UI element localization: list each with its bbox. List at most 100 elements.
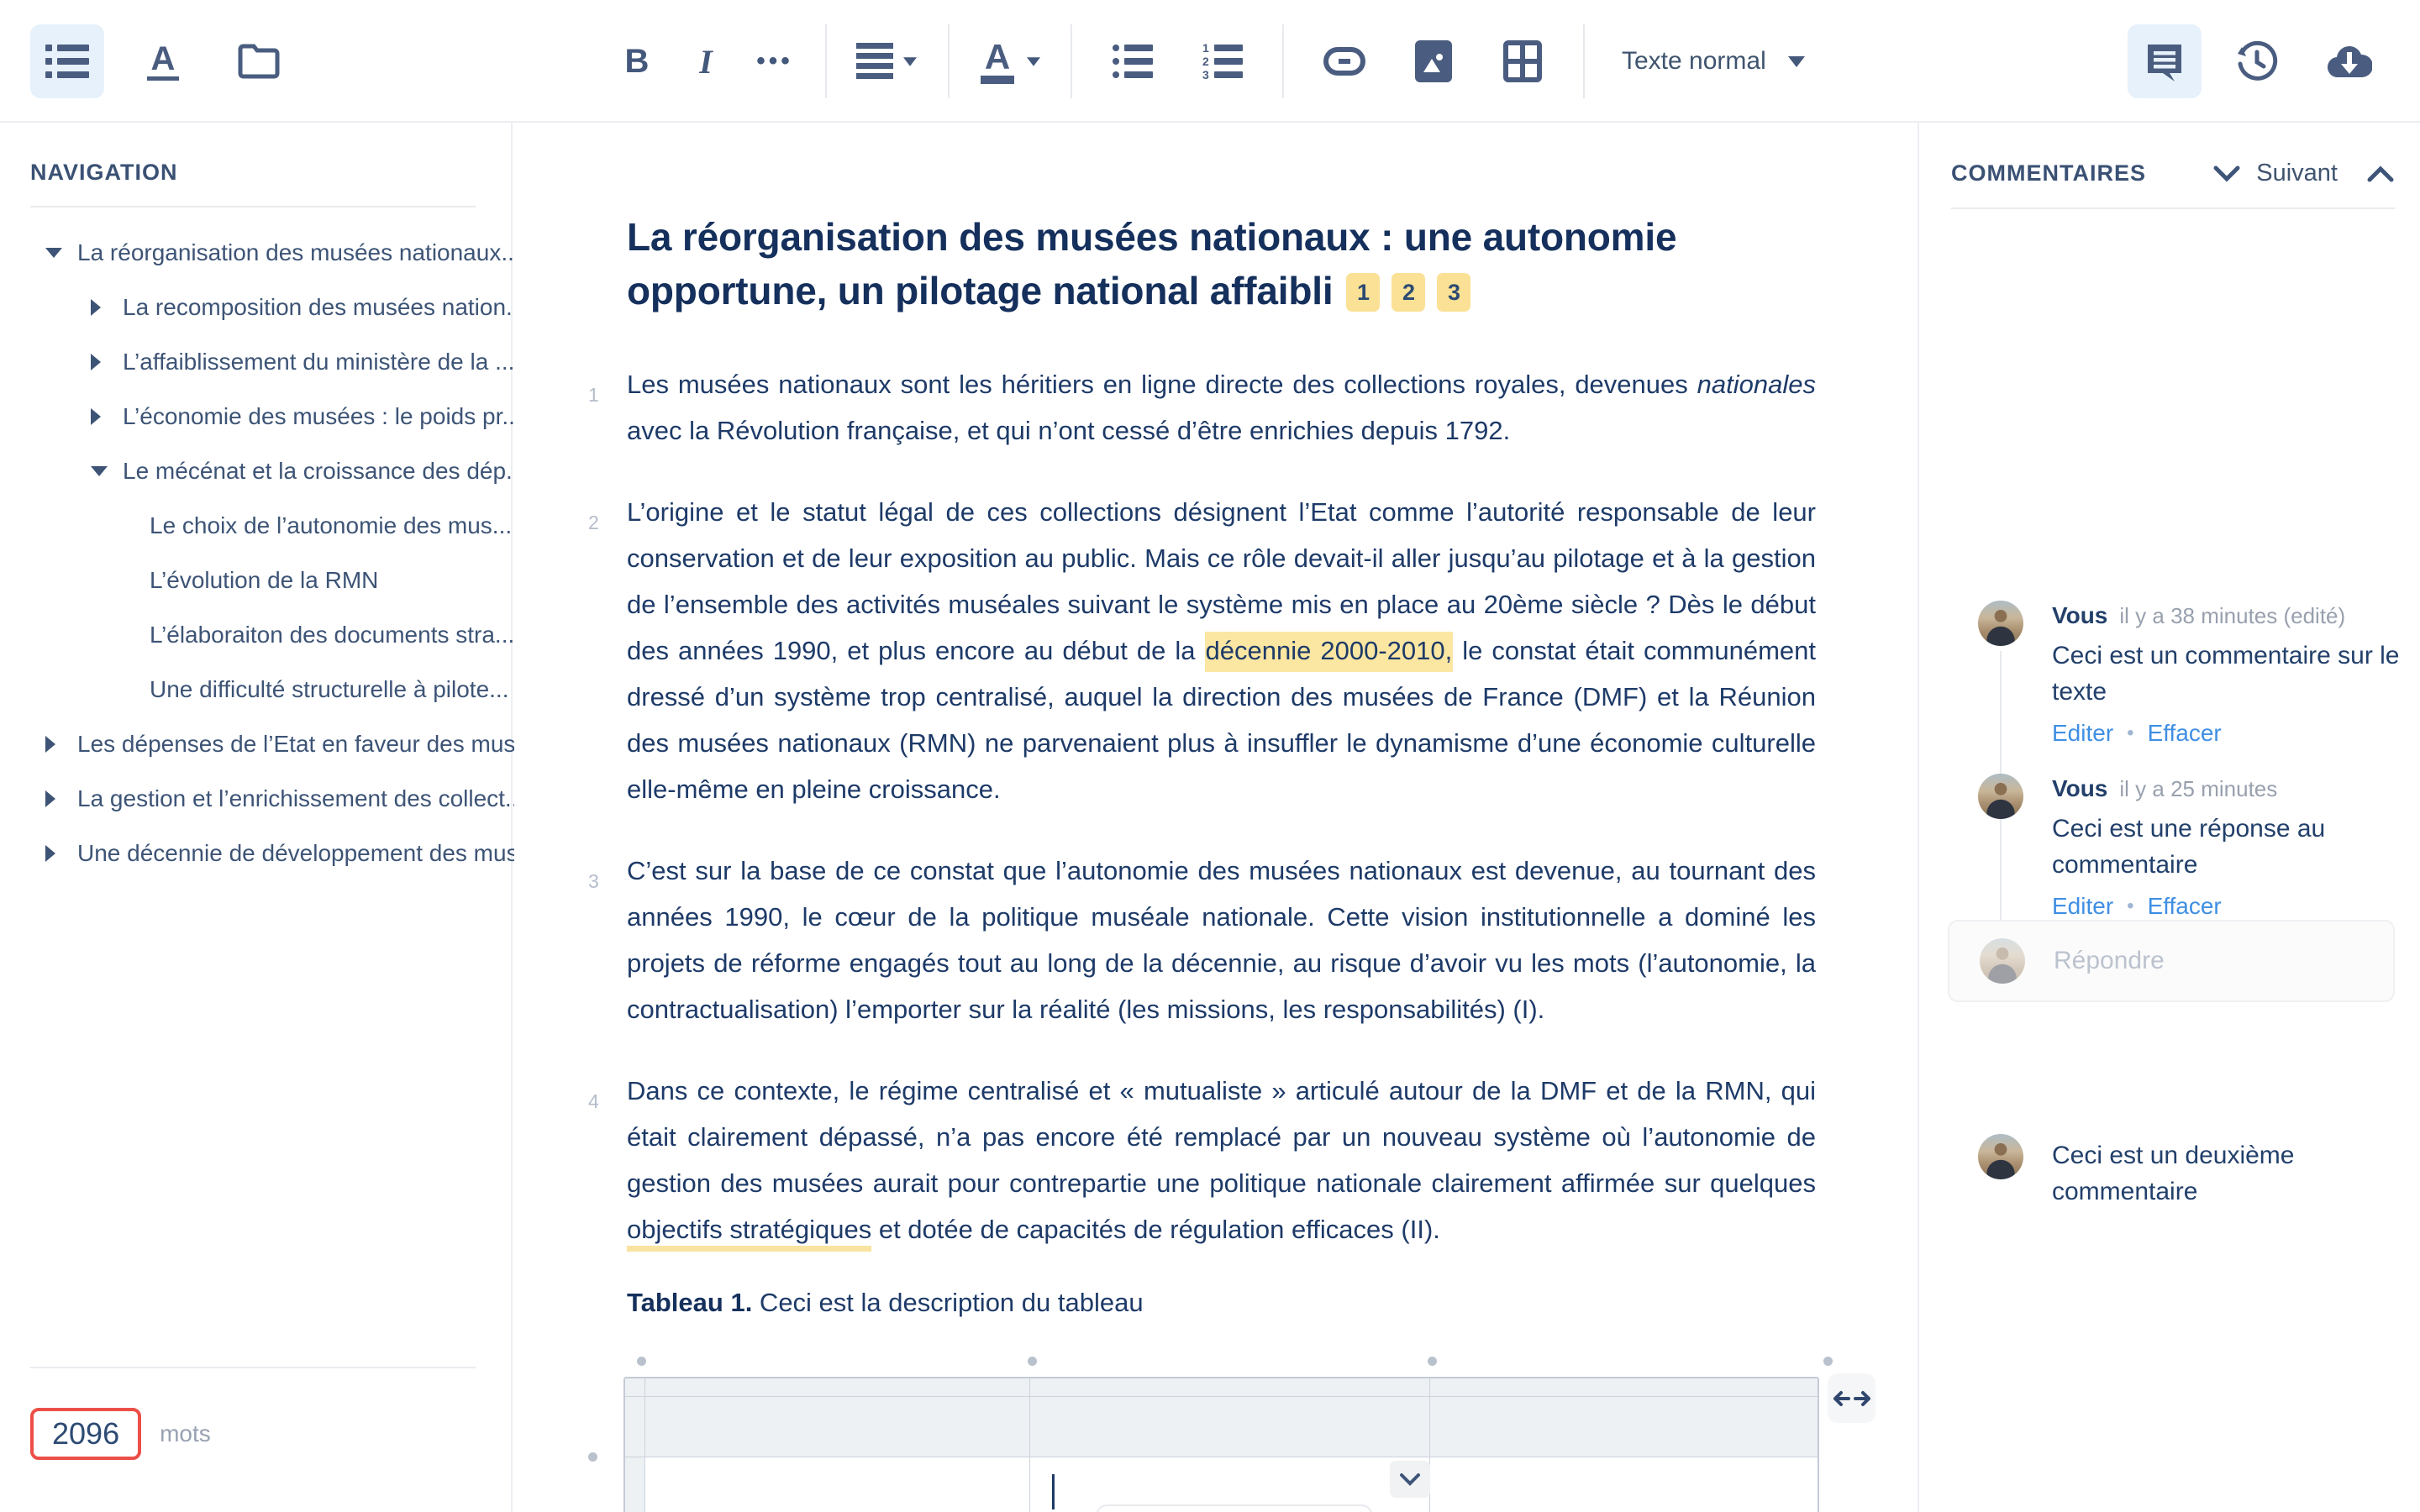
comments-toggle-button[interactable] xyxy=(2128,24,2202,98)
nav-item[interactable]: Une décennie de développement des mus... xyxy=(0,826,513,880)
paragraph[interactable]: 1Les musées nationaux sont les héritiers… xyxy=(627,361,1816,454)
nav-item-label: Le mécénat et la croissance des dép... xyxy=(123,458,525,485)
nav-item[interactable]: L’élaboraiton des documents stra... xyxy=(0,607,513,662)
document-table xyxy=(627,1377,1819,1512)
bold-button[interactable]: B xyxy=(610,24,664,98)
text-style-button[interactable]: A xyxy=(126,24,200,98)
collapse-arrow-icon[interactable] xyxy=(91,466,111,476)
table-handle-dot[interactable] xyxy=(1028,1357,1037,1366)
text-color-button[interactable]: A xyxy=(973,24,1047,98)
edit-comment-link[interactable]: Editer xyxy=(2052,720,2113,747)
delete-comment-link[interactable]: Effacer xyxy=(2148,720,2222,747)
outline-list-icon xyxy=(45,43,89,80)
nav-item[interactable]: L’affaiblissement du ministère de la ... xyxy=(0,334,513,389)
paragraph[interactable]: 3C’est sur la base de ce constat que l’a… xyxy=(627,848,1816,1032)
toolbar-separator xyxy=(1282,24,1284,98)
expand-arrow-icon[interactable] xyxy=(45,845,66,862)
comment-actions: Editer•Effacer xyxy=(2052,720,2400,747)
nav-item[interactable]: Le mécénat et la croissance des dép... xyxy=(0,444,513,498)
table-handle-dot[interactable] xyxy=(1428,1357,1437,1366)
nav-item[interactable]: La recomposition des musées nation... xyxy=(0,280,513,334)
image-button[interactable] xyxy=(1397,24,1470,98)
outline-toggle-button[interactable] xyxy=(30,24,104,98)
folder-button[interactable] xyxy=(222,24,296,98)
comment-thread: Vousil y a 38 minutes (edité)Ceci est un… xyxy=(1978,601,2400,920)
expand-arrow-icon[interactable] xyxy=(91,354,111,370)
comment-author: Vous xyxy=(2052,775,2107,801)
align-button[interactable] xyxy=(850,24,924,98)
table-expand-button[interactable] xyxy=(1828,1373,1876,1423)
reply-input[interactable] xyxy=(2054,947,2393,975)
table-cell[interactable] xyxy=(645,1457,1030,1512)
comment[interactable]: Vousil y a 25 minutesCeci est une répons… xyxy=(1978,774,2400,920)
nav-item[interactable]: L’économie des musées : le poids pr... xyxy=(0,389,513,444)
svg-text:A: A xyxy=(151,41,176,77)
italic-button[interactable]: I xyxy=(679,24,733,98)
document-title[interactable]: La réorganisation des musées nationaux :… xyxy=(627,210,1816,318)
collapse-arrow-icon[interactable] xyxy=(45,248,66,258)
history-button[interactable] xyxy=(2220,24,2294,98)
table-cell[interactable] xyxy=(1030,1397,1430,1457)
table-column-strip[interactable] xyxy=(645,1378,1030,1397)
comment[interactable]: Vousil y a 38 minutes (edité)Ceci est un… xyxy=(1978,601,2400,747)
table-handle-dot[interactable] xyxy=(588,1452,597,1462)
divider xyxy=(30,1367,476,1368)
table-cell[interactable] xyxy=(1430,1397,1818,1457)
comment-badge[interactable]: 3 xyxy=(1437,273,1470,312)
table-handle-dot[interactable] xyxy=(1823,1357,1833,1366)
word-count-value[interactable]: 2096 xyxy=(30,1408,141,1460)
comment-highlight[interactable]: objectifs stratégiques xyxy=(627,1215,871,1252)
expand-arrow-icon[interactable] xyxy=(91,408,111,425)
comment-timestamp: il y a 38 minutes (edité) xyxy=(2119,603,2345,628)
cell-dropdown-button[interactable] xyxy=(1390,1461,1430,1498)
chevron-down-icon[interactable] xyxy=(2212,165,2241,183)
bullet-list-button[interactable] xyxy=(1096,24,1170,98)
nav-item[interactable]: L’évolution de la RMN xyxy=(0,553,513,607)
download-button[interactable] xyxy=(2312,24,2386,98)
paragraph-number: 1 xyxy=(588,372,599,418)
table-row-gutter[interactable] xyxy=(625,1457,645,1512)
nav-item[interactable]: La réorganisation des musées nationaux..… xyxy=(0,225,513,280)
table-column-strip[interactable] xyxy=(1030,1378,1430,1397)
comment-badge[interactable]: 2 xyxy=(1392,273,1425,312)
numbered-list-button[interactable]: 1 2 3 xyxy=(1185,24,1259,98)
table-cell[interactable] xyxy=(645,1397,1030,1457)
paragraph[interactable]: 4Dans ce contexte, le régime centralisé … xyxy=(627,1068,1816,1252)
delete-comment-link[interactable]: Effacer xyxy=(2148,893,2222,920)
table-cell[interactable] xyxy=(1430,1457,1818,1512)
comment-highlight-selected[interactable]: décennie 2000-2010, xyxy=(1205,632,1454,672)
editor-surface[interactable]: La réorganisation des musées nationaux :… xyxy=(514,123,1918,1512)
chevron-up-icon[interactable] xyxy=(2366,165,2395,183)
table-toolbar-partial[interactable] xyxy=(1096,1504,1373,1512)
table-handle-dot[interactable] xyxy=(637,1357,646,1366)
more-icon: ••• xyxy=(756,47,793,76)
more-formats-button[interactable]: ••• xyxy=(748,24,802,98)
comment-badge[interactable]: 1 xyxy=(1346,273,1380,312)
nav-item-label: La gestion et l’enrichissement des colle… xyxy=(77,785,524,812)
table-caption[interactable]: Tableau 1. Ceci est la description du ta… xyxy=(627,1288,1816,1318)
navigation-tree: La réorganisation des musées nationaux..… xyxy=(0,225,513,880)
paragraph-style-select[interactable]: Texte normal xyxy=(1608,47,1818,76)
expand-arrow-icon[interactable] xyxy=(91,299,111,316)
table-row-gutter[interactable] xyxy=(625,1397,645,1457)
reply-box[interactable] xyxy=(1948,920,2395,1002)
nav-item[interactable]: Les dépenses de l’Etat en faveur des mus… xyxy=(0,717,513,771)
expand-arrow-icon[interactable] xyxy=(45,790,66,807)
next-comment-button[interactable]: Suivant xyxy=(2256,160,2338,187)
text-cursor xyxy=(1052,1474,1055,1509)
comment[interactable]: Ceci est un deuxième commentaire xyxy=(1978,1134,2400,1210)
expand-arrow-icon[interactable] xyxy=(45,736,66,753)
comments-icon xyxy=(2144,41,2185,81)
edit-comment-link[interactable]: Editer xyxy=(2052,893,2113,920)
italic-icon: I xyxy=(699,42,713,81)
comments-panel: COMMENTAIRES Suivant Vousil y a 38 minut… xyxy=(1918,123,2420,1512)
nav-item[interactable]: La gestion et l’enrichissement des colle… xyxy=(0,771,513,826)
nav-item[interactable]: Le choix de l’autonomie des mus... xyxy=(0,498,513,553)
link-button[interactable] xyxy=(1307,24,1381,98)
paragraph[interactable]: 2L’origine et le statut légal de ces col… xyxy=(627,489,1816,812)
table-column-strip[interactable] xyxy=(1430,1378,1818,1397)
table-row-gutter[interactable] xyxy=(625,1378,645,1397)
table-button[interactable] xyxy=(1486,24,1560,98)
text-run: C’est sur la base de ce constat que l’au… xyxy=(627,856,1816,1024)
nav-item[interactable]: Une difficulté structurelle à pilote... xyxy=(0,662,513,717)
